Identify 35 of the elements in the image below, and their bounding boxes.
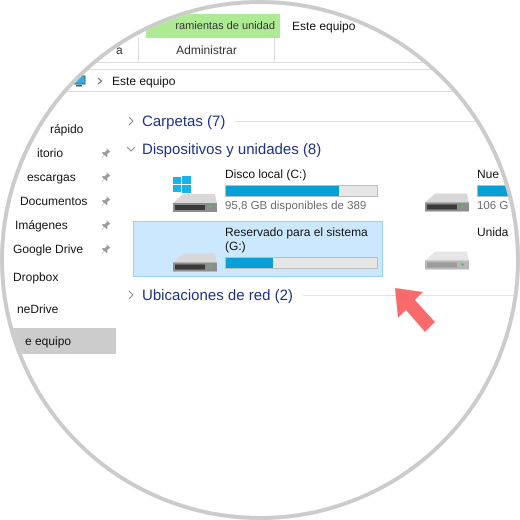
group-header[interactable]: Ubicaciones de red (2)	[142, 286, 293, 304]
nav-item[interactable]: Dropbox	[4, 261, 116, 293]
nav-item[interactable]: itorio	[4, 141, 116, 165]
free-space-text: 106 G	[477, 200, 510, 212]
group-header[interactable]: Dispositivos y unidades (8)	[142, 140, 322, 158]
drive-icon	[172, 253, 218, 272]
expand-chevron-icon[interactable]	[126, 290, 136, 300]
nav-item[interactable]: Google Drive	[4, 237, 116, 261]
drive-name: Reservado para el sistema (G:)	[225, 225, 369, 253]
drive-tile[interactable]: Nue 106 G	[385, 163, 516, 217]
drive-tile[interactable]: Disco local (C:) 95,8 GB disponibles de 389	[133, 163, 383, 217]
drive-icon	[424, 193, 470, 212]
nav-item[interactable]: neDrive	[4, 293, 116, 325]
system-drive-icon	[172, 175, 218, 212]
computer-icon	[72, 74, 86, 86]
free-space-text: 95,8 GB disponibles de 389	[225, 200, 368, 212]
drive-name: Disco local (C:)	[225, 167, 308, 181]
expand-chevron-icon[interactable]	[126, 116, 136, 126]
drive-name: Nue	[477, 167, 500, 181]
drive-tile[interactable]: Reservado para el sistema (G:)	[133, 221, 383, 277]
group-header[interactable]: Carpetas (7)	[142, 112, 226, 130]
collapse-chevron-icon[interactable]	[126, 144, 136, 154]
nav-item[interactable]: rápido	[4, 117, 116, 141]
nav-item[interactable]: Imágenes	[4, 213, 116, 237]
drive-name: Unida	[477, 225, 510, 239]
drive-tile[interactable]: Unida	[385, 221, 516, 275]
chevron-icon[interactable]	[97, 76, 103, 84]
window-title: Este equipo	[291, 18, 356, 35]
ribbon-tab[interactable]: Administrar	[139, 38, 275, 62]
nav-item[interactable]: Documentos	[4, 189, 116, 213]
drive-icon	[424, 251, 470, 270]
breadcrumb[interactable]: Este equipo	[112, 74, 176, 88]
nav-item[interactable]: escargas	[4, 165, 116, 189]
ribbon-tab[interactable]: ramientas de unidad	[146, 14, 280, 38]
ribbon-tab[interactable]: a	[100, 38, 139, 62]
